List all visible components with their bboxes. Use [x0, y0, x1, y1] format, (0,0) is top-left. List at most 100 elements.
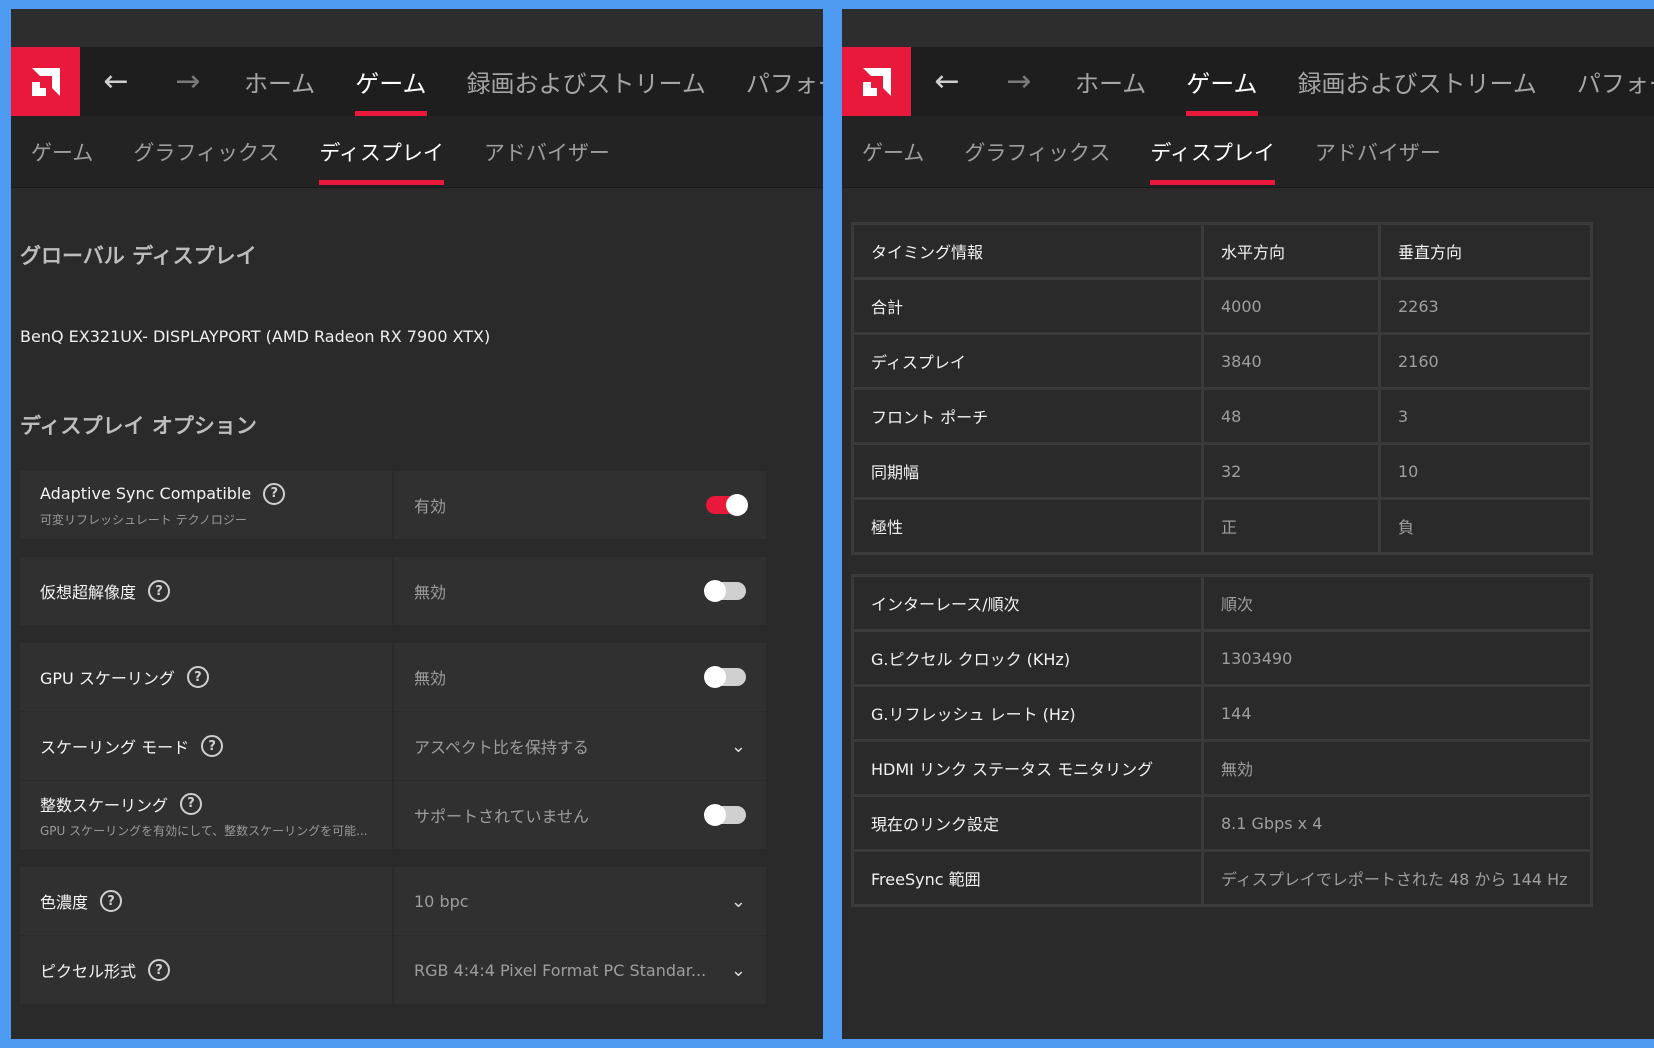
amd-logo[interactable] — [11, 47, 80, 116]
tab-display[interactable]: ディスプレイ — [299, 116, 464, 188]
help-icon[interactable]: ? — [263, 482, 286, 505]
setting-gpu-scaling: GPU スケーリング? 無効 — [20, 643, 766, 711]
setting-label-cell: GPU スケーリング? — [20, 643, 392, 711]
setting-label: GPU スケーリング — [40, 669, 175, 688]
table-cell: 3 — [1381, 390, 1590, 442]
table-row: 極性 正 負 — [854, 500, 1590, 552]
setting-virtual-super-resolution: 仮想超解像度? 無効 — [20, 557, 766, 625]
toggle-knob — [704, 580, 726, 602]
table-row: 同期幅 32 10 — [854, 445, 1590, 497]
help-icon[interactable]: ? — [100, 890, 123, 912]
color-depth-dropdown[interactable]: 10 bpc ⌄ — [394, 867, 766, 935]
sub-nav: ゲーム グラフィックス ディスプレイ アドバイザー — [842, 116, 1654, 188]
topnav-record-stream[interactable]: 録画およびストリーム — [1278, 47, 1557, 116]
row-label: フロント ポーチ — [854, 390, 1201, 442]
title-bar — [842, 9, 1654, 47]
setting-label: ピクセル形式 — [40, 962, 137, 981]
help-icon[interactable]: ? — [186, 666, 209, 688]
back-button[interactable]: ← — [80, 47, 152, 116]
amd-logo-icon — [862, 67, 891, 96]
toggle-knob — [704, 666, 726, 688]
row-label: 合計 — [854, 280, 1201, 332]
amd-logo-icon — [31, 67, 60, 96]
topnav-performance[interactable]: パフォーマンス — [726, 47, 823, 116]
table-row: 合計 4000 2263 — [854, 280, 1590, 332]
tab-display[interactable]: ディスプレイ — [1130, 116, 1295, 188]
table-cell: 順次 — [1204, 577, 1590, 629]
integer-scaling-toggle[interactable] — [704, 804, 746, 826]
topnav-game[interactable]: ゲーム — [1166, 47, 1277, 116]
table-header: 水平方向 — [1204, 225, 1378, 277]
toggle-knob — [704, 804, 726, 826]
setting-sublabel: 可変リフレッシュレート テクノロジー — [40, 512, 247, 527]
row-label: ディスプレイ — [854, 335, 1201, 387]
scaling-mode-dropdown[interactable]: アスペクト比を保持する ⌄ — [394, 712, 766, 780]
table-row: ディスプレイ 3840 2160 — [854, 335, 1590, 387]
setting-adaptive-sync: Adaptive Sync Compatible? 可変リフレッシュレート テク… — [20, 471, 766, 539]
chevron-down-icon: ⌄ — [730, 959, 746, 981]
row-label: インターレース/順次 — [854, 577, 1201, 629]
table-cell: 1303490 — [1204, 632, 1590, 684]
topnav-record-stream[interactable]: 録画およびストリーム — [447, 47, 726, 116]
setting-value: 10 bpc — [414, 891, 469, 911]
setting-value-cell: サポートされていません — [394, 781, 766, 849]
topnav-game[interactable]: ゲーム — [335, 47, 446, 116]
title-bar — [11, 9, 823, 47]
tab-game[interactable]: ゲーム — [11, 116, 113, 188]
forward-button[interactable]: → — [983, 47, 1055, 116]
setting-label-cell: 整数スケーリング? GPU スケーリングを有効にして、整数スケーリングを可能..… — [20, 781, 392, 849]
help-icon[interactable]: ? — [148, 580, 171, 602]
setting-scaling-mode: スケーリング モード? アスペクト比を保持する ⌄ — [20, 712, 766, 780]
topnav-home[interactable]: ホーム — [1055, 47, 1166, 116]
table-row: G.リフレッシュ レート (Hz) 144 — [854, 687, 1590, 739]
table-cell: 4000 — [1204, 280, 1378, 332]
back-button[interactable]: ← — [911, 47, 983, 116]
pixel-format-dropdown[interactable]: RGB 4:4:4 Pixel Format PC Standar... ⌄ — [394, 936, 766, 1004]
adaptive-sync-toggle[interactable] — [706, 494, 748, 516]
top-nav: ← → ホーム ゲーム 録画およびストリーム パフォーマンス — [842, 47, 1654, 116]
table-cell: 無効 — [1204, 742, 1590, 794]
help-icon[interactable]: ? — [148, 959, 171, 981]
setting-value: サポートされていません — [414, 807, 590, 826]
row-label: G.リフレッシュ レート (Hz) — [854, 687, 1201, 739]
setting-value-cell: 無効 — [394, 643, 766, 711]
virtual-super-resolution-toggle[interactable] — [704, 580, 746, 602]
forward-button[interactable]: → — [152, 47, 224, 116]
tab-advisor[interactable]: アドバイザー — [1295, 116, 1461, 188]
setting-value: RGB 4:4:4 Pixel Format PC Standar... — [414, 960, 707, 980]
setting-value: アスペクト比を保持する — [414, 738, 589, 757]
tab-graphics[interactable]: グラフィックス — [113, 116, 299, 188]
setting-sublabel: GPU スケーリングを有効にして、整数スケーリングを可能... — [40, 823, 368, 838]
table-row: HDMI リンク ステータス モニタリング 無効 — [854, 742, 1590, 794]
display-options-heading: ディスプレイ オプション — [20, 414, 257, 438]
table-cell: 3840 — [1204, 335, 1378, 387]
setting-label-cell: 色濃度? — [20, 867, 392, 935]
table-row: 現在のリンク設定 8.1 Gbps x 4 — [854, 797, 1590, 849]
tab-game[interactable]: ゲーム — [842, 116, 944, 188]
tab-advisor[interactable]: アドバイザー — [464, 116, 630, 188]
row-label: HDMI リンク ステータス モニタリング — [854, 742, 1201, 794]
monitor-name: BenQ EX321UX- DISPLAYPORT (AMD Radeon RX… — [20, 327, 491, 346]
table-row: フロント ポーチ 48 3 — [854, 390, 1590, 442]
setting-value: 有効 — [414, 497, 447, 516]
topnav-home[interactable]: ホーム — [224, 47, 335, 116]
tab-graphics[interactable]: グラフィックス — [944, 116, 1130, 188]
top-nav: ← → ホーム ゲーム 録画およびストリーム パフォーマンス — [11, 47, 823, 116]
row-label: 同期幅 — [854, 445, 1201, 497]
setting-value: 無効 — [414, 583, 447, 602]
arrow-right-icon: → — [175, 64, 201, 99]
table-cell: 2160 — [1381, 335, 1590, 387]
amd-logo[interactable] — [842, 47, 911, 116]
setting-label: 色濃度 — [40, 893, 89, 912]
topnav-performance[interactable]: パフォーマンス — [1557, 47, 1654, 116]
setting-label-cell: スケーリング モード? — [20, 712, 392, 780]
table-cell: 負 — [1381, 500, 1590, 552]
table-cell: 正 — [1204, 500, 1378, 552]
help-icon[interactable]: ? — [180, 792, 203, 815]
table-cell: 144 — [1204, 687, 1590, 739]
setting-color-depth: 色濃度? 10 bpc ⌄ — [20, 867, 766, 935]
table-cell: 48 — [1204, 390, 1378, 442]
gpu-scaling-toggle[interactable] — [704, 666, 746, 688]
table-row: インターレース/順次 順次 — [854, 577, 1590, 629]
help-icon[interactable]: ? — [201, 735, 224, 757]
